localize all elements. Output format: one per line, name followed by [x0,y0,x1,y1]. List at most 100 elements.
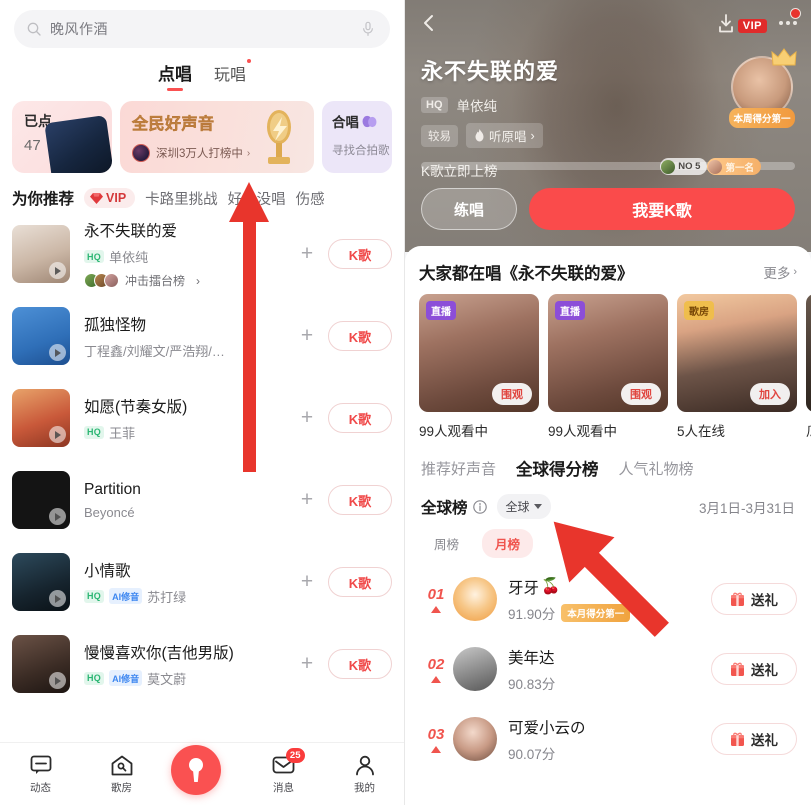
vip-filter-label: VIP [106,191,127,205]
search-value: 晚风作酒 [50,21,108,37]
rank-marker-first[interactable]: 第一名 [707,158,761,175]
microphone-center-icon[interactable] [170,745,221,795]
ksong-button[interactable]: K歌 [328,649,392,679]
chip-weekly-rank[interactable]: 周榜 [421,529,472,558]
practice-button[interactable]: 练唱 [421,188,517,230]
ksong-button[interactable]: K歌 [328,321,392,351]
avatar[interactable] [453,717,497,761]
live-card-thumbnail[interactable]: 歌房 加入 [677,294,797,412]
ksong-button[interactable]: K歌 [328,485,392,515]
song-cover[interactable] [12,389,70,447]
listen-original-button[interactable]: 听原唱 › [466,123,543,148]
rank-marker-no5[interactable]: NO 5 [660,158,708,175]
add-song-button[interactable]: + [292,324,322,348]
play-icon[interactable] [49,508,66,525]
card-yidian[interactable]: 已点 47 [12,101,112,173]
search-input[interactable]: 晚风作酒 [14,10,390,48]
live-card-thumbnail[interactable]: 直播 围观 [548,294,668,412]
play-icon[interactable] [49,590,66,607]
song-row[interactable]: 如愿(节奏女版) HQ 王菲 + K歌 [12,377,392,459]
recommend-tag-2[interactable]: 伤感 [296,188,325,209]
live-card-thumbnail[interactable] [806,294,811,412]
tab-popular-gifts[interactable]: 人气礼物榜 [619,458,694,479]
send-gift-button[interactable]: 送礼 [711,653,797,685]
send-gift-button[interactable]: 送礼 [711,583,797,615]
top-singer-avatar-block[interactable]: 本周得分第一 [729,48,797,128]
ranking-row[interactable]: 02 美年达 90.83分 送礼 [419,634,797,704]
card-quanmin-haoshengyin[interactable]: 全民好声音 深圳3万人打榜中 › [120,101,314,173]
play-icon[interactable] [49,426,66,443]
song-row[interactable]: 慢慢喜欢你(吉他男版) HQ AI修音 莫文蔚 + K歌 [12,623,392,705]
recommend-tag-0[interactable]: 卡路里挑战 [145,188,218,209]
live-card[interactable]: 瓜 [806,294,811,440]
watch-button[interactable]: 围观 [492,383,532,405]
card-hechang-title-row: 合唱 [332,111,392,131]
progress-bar[interactable]: NO 5 第一名 [421,158,795,175]
nav-item-xiaoxi[interactable]: 25 消息 [252,748,316,795]
microphone-icon[interactable] [360,20,376,38]
play-icon[interactable] [49,672,66,689]
live-card[interactable]: 歌房 加入 5人在线 [677,294,797,440]
chip-monthly-rank[interactable]: 月榜 [482,529,534,558]
start-ksong-button[interactable]: 我要K歌 [529,188,795,230]
ranking-row[interactable]: 01 牙牙 🍒 91.90分 本月得分第一 送礼 [419,564,797,634]
cherry-emoji-icon: 🍒 [541,578,561,595]
play-icon[interactable] [49,262,66,279]
song-cover[interactable] [12,307,70,365]
live-card[interactable]: 直播 围观 99人观看中 [548,294,668,440]
gift-icon [731,732,744,746]
add-song-button[interactable]: + [292,406,322,430]
recommend-tag-1[interactable]: 好久没唱 [228,188,286,209]
crown-icon [771,48,797,66]
nav-item-gefang[interactable]: 歌房 [90,753,154,795]
live-card-thumbnail[interactable]: 直播 围观 [419,294,539,412]
ksong-button[interactable]: K歌 [328,403,392,433]
song-cover[interactable] [12,635,70,693]
song-cover[interactable] [12,553,70,611]
watch-button[interactable]: 围观 [621,383,661,405]
song-row[interactable]: 永不失联的爱 HQ 单依纯 冲击擂台榜 › + K歌 [12,213,392,295]
ksong-button[interactable]: K歌 [328,567,392,597]
info-icon[interactable] [472,499,487,514]
song-cover[interactable] [12,471,70,529]
add-song-button[interactable]: + [292,242,322,266]
more-dots-icon[interactable] [779,21,797,25]
ai-tuning-badge: AI修音 [109,588,143,604]
avatar[interactable] [453,577,497,621]
tab-wanchang[interactable]: 玩唱 [214,59,251,91]
add-song-button[interactable]: + [292,652,322,676]
region-selector[interactable]: 全球 [496,494,551,519]
avatar[interactable] [453,647,497,691]
live-card[interactable]: 直播 围观 99人观看中 [419,294,539,440]
song-row[interactable]: 小情歌 HQ AI修音 苏打绿 + K歌 [12,541,392,623]
song-cover[interactable] [12,225,70,283]
song-extra-label: 冲击擂台榜 [125,274,186,288]
tab-global-score[interactable]: 全球得分榜 [516,456,599,480]
nav-item-sing-center[interactable] [170,745,235,795]
ranking-row[interactable]: 03 可爱小云の 90.07分 送礼 [419,704,797,774]
vip-filter-chip[interactable]: VIP [84,188,136,208]
song-title: 永不失联的爱 [84,223,178,240]
song-artist: 单依纯 [109,250,149,265]
progress-markers: NO 5 第一名 [660,158,761,175]
card-hechang[interactable]: 合唱 寻找合拍歌 [322,101,392,173]
song-row[interactable]: 孤独怪物 丁程鑫/刘耀文/严浩翔/… + K歌 [12,295,392,377]
tab-recommended-voices[interactable]: 推荐好声音 [421,458,496,479]
back-chevron-icon[interactable] [419,13,439,33]
join-button[interactable]: 加入 [750,383,790,405]
send-gift-button[interactable]: 送礼 [711,723,797,755]
song-row[interactable]: Partition Beyoncé + K歌 [12,459,392,541]
add-song-button[interactable]: + [292,570,322,594]
rank-score: 90.07分 [508,746,556,762]
nav-item-wode[interactable]: 我的 [333,753,397,795]
play-icon[interactable] [49,344,66,361]
region-selector-value: 全球 [505,500,530,514]
nav-item-dongtai[interactable]: 动态 [9,753,73,795]
rank-score-row: 91.90分 本月得分第一 [508,603,711,623]
add-song-button[interactable]: + [292,488,322,512]
ksong-button[interactable]: K歌 [328,239,392,269]
download-vip-button[interactable]: VIP [717,13,767,33]
tab-diangchang[interactable]: 点唱 [158,60,192,91]
more-link[interactable]: 更多 › [763,262,797,282]
song-extra-row[interactable]: 冲击擂台榜 › [84,272,292,289]
